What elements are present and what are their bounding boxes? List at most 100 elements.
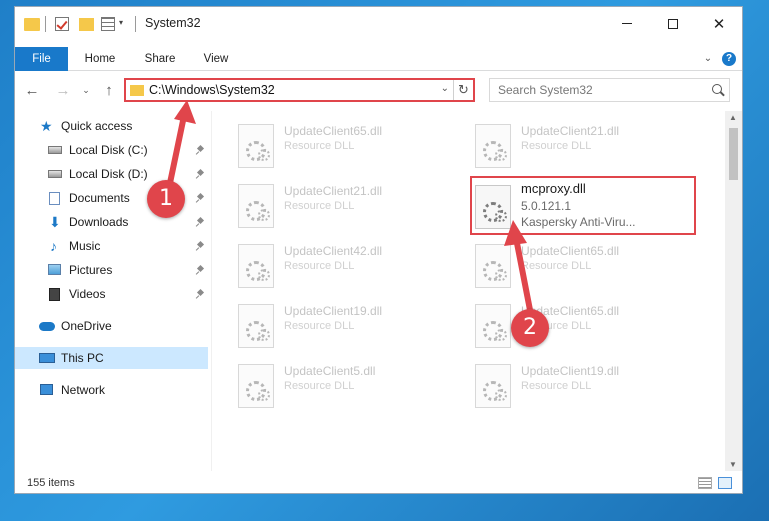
documents-icon: [49, 192, 60, 205]
list-item[interactable]: UpdateClient21.dll Resource DLL: [212, 176, 438, 228]
list-item[interactable]: UpdateClient19.dll Resource DLL: [212, 296, 438, 348]
sidebar-item-this-pc[interactable]: This PC: [15, 347, 208, 369]
star-icon: ★: [40, 118, 53, 134]
file-type: Resource DLL: [284, 320, 355, 332]
back-button[interactable]: ←: [21, 79, 43, 101]
callout-2: 2: [511, 309, 549, 347]
folder-icon: [24, 18, 40, 31]
search-box[interactable]: Search System32: [489, 78, 730, 102]
new-folder-icon[interactable]: [79, 18, 94, 31]
list-item[interactable]: UpdateClient65.dll Resource DLL: [449, 296, 675, 348]
onedrive-icon: [39, 322, 55, 331]
sidebar-item-music[interactable]: ♪ Music: [15, 235, 208, 257]
music-icon: ♪: [50, 238, 57, 254]
address-path[interactable]: C:\Windows\System32: [149, 83, 275, 97]
file-name: UpdateClient5.dll: [284, 364, 376, 378]
downloads-icon: ⬇: [49, 214, 61, 230]
file-type: Resource DLL: [284, 380, 355, 392]
list-item[interactable]: UpdateClient5.dll Resource DLL: [212, 356, 438, 408]
minimize-button[interactable]: [604, 7, 650, 40]
sidebar-item-label: Documents: [69, 191, 130, 205]
vertical-scrollbar[interactable]: ▲ ▼: [725, 111, 742, 471]
explorer-window: ▾ System32 ✕ File Home Share View ⌄ ? ← …: [14, 6, 743, 494]
sidebar-item-label: Pictures: [69, 263, 113, 277]
drive-icon: [48, 146, 62, 154]
pin-icon: [196, 194, 205, 203]
file-name: UpdateClient19.dll: [521, 364, 620, 378]
sidebar-item-pictures[interactable]: Pictures: [15, 259, 208, 281]
scrollbar-thumb[interactable]: [729, 128, 738, 180]
file-type: Resource DLL: [521, 260, 592, 272]
help-icon[interactable]: ?: [722, 52, 736, 66]
title-bar: ▾ System32 ✕: [15, 7, 742, 40]
dll-file-icon: [475, 244, 511, 288]
tiles-view-icon[interactable]: [718, 477, 732, 489]
pin-icon: [196, 170, 205, 179]
search-icon[interactable]: [712, 84, 722, 94]
navigation-bar: ← → ⌄ ↑ C:\Windows\System32 ⌄ ↻ Search S…: [15, 75, 742, 105]
minimize-icon: [622, 23, 632, 24]
dll-file-icon: [238, 304, 274, 348]
close-icon: ✕: [712, 15, 726, 33]
folder-icon: [130, 85, 144, 96]
chevron-down-icon: ⌄: [82, 84, 90, 95]
sidebar-item-network[interactable]: Network: [15, 379, 208, 401]
sidebar-item-onedrive[interactable]: OneDrive: [15, 315, 208, 337]
properties-check-icon[interactable]: [55, 17, 69, 31]
forward-button[interactable]: →: [52, 79, 74, 101]
tab-file[interactable]: File: [15, 47, 68, 71]
drive-icon: [48, 170, 62, 178]
file-list: UpdateClient65.dll Resource DLL UpdateCl…: [211, 111, 726, 471]
search-input[interactable]: Search System32: [498, 83, 593, 97]
file-name: UpdateClient21.dll: [284, 184, 383, 198]
list-item[interactable]: UpdateClient42.dll Resource DLL: [212, 236, 438, 288]
status-bar: 155 items: [15, 473, 742, 493]
list-item[interactable]: UpdateClient65.dll Resource DLL: [449, 236, 675, 288]
details-view-icon[interactable]: [698, 477, 712, 489]
quick-access-dropdown-icon[interactable]: ▾: [119, 19, 127, 27]
item-count: 155 items: [27, 477, 75, 489]
sidebar-item-videos[interactable]: Videos: [15, 283, 208, 305]
pin-icon: [196, 266, 205, 275]
arrow-right-icon: →: [55, 81, 71, 99]
close-button[interactable]: ✕: [696, 7, 742, 40]
sidebar-item-label: Network: [61, 383, 106, 397]
sidebar-item-label: OneDrive: [61, 319, 112, 333]
tab-home[interactable]: Home: [75, 47, 125, 71]
pin-icon: [196, 290, 205, 299]
expand-ribbon-icon[interactable]: ⌄: [702, 53, 714, 65]
tab-share[interactable]: Share: [135, 47, 185, 71]
list-item[interactable]: UpdateClient65.dll Resource DLL: [212, 116, 438, 168]
recent-locations-button[interactable]: ⌄: [79, 79, 93, 101]
maximize-button[interactable]: [650, 7, 696, 40]
address-bar[interactable]: C:\Windows\System32 ⌄ ↻: [124, 78, 475, 102]
file-type: Resource DLL: [284, 140, 355, 152]
file-type: Resource DLL: [521, 380, 592, 392]
sidebar-item-label: This PC: [61, 351, 104, 365]
tab-view[interactable]: View: [193, 47, 239, 71]
pictures-icon: [48, 264, 61, 275]
sidebar-item-downloads[interactable]: ⬇ Downloads: [15, 211, 208, 233]
dll-file-icon: [238, 244, 274, 288]
sidebar-item-local-disk-d[interactable]: Local Disk (D:): [15, 163, 208, 185]
properties-icon[interactable]: [101, 17, 115, 31]
pin-icon: [196, 218, 205, 227]
sidebar-item-label: Downloads: [69, 215, 129, 229]
window-title: System32: [145, 16, 201, 30]
sidebar-item-quick-access[interactable]: ★ Quick access: [15, 115, 208, 137]
dll-file-icon: [475, 124, 511, 168]
list-item[interactable]: UpdateClient21.dll Resource DLL: [449, 116, 675, 168]
sidebar-item-label: Music: [69, 239, 101, 253]
refresh-button[interactable]: ↻: [453, 80, 473, 100]
maximize-icon: [668, 18, 678, 29]
sidebar-item-label: Local Disk (C:): [69, 143, 148, 157]
up-button[interactable]: ↑: [98, 79, 120, 101]
dll-file-icon: [238, 124, 274, 168]
navigation-pane: ★ Quick access Local Disk (C:) Local Dis…: [15, 111, 211, 471]
file-type: Resource DLL: [284, 200, 355, 212]
scroll-up-icon[interactable]: ▲: [729, 113, 737, 122]
scroll-down-icon[interactable]: ▼: [729, 460, 737, 469]
list-item[interactable]: UpdateClient19.dll Resource DLL: [449, 356, 675, 408]
sidebar-item-local-disk-c[interactable]: Local Disk (C:): [15, 139, 208, 161]
address-dropdown-icon[interactable]: ⌄: [441, 83, 449, 94]
